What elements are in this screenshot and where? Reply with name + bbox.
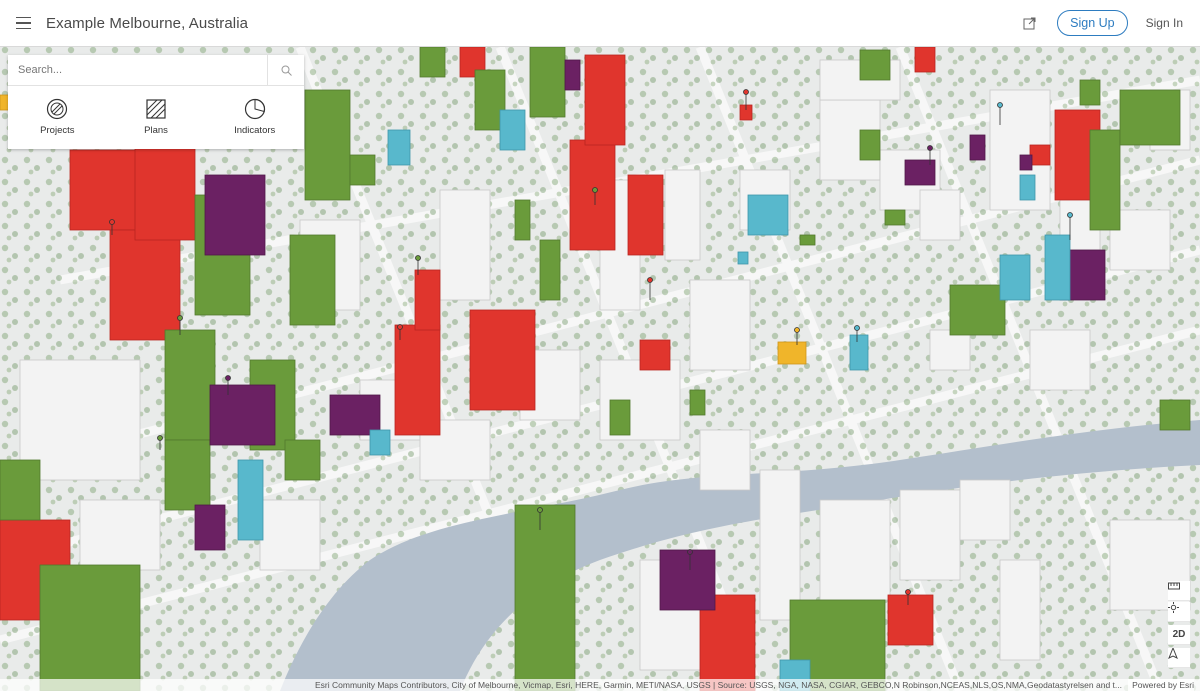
measure-icon [1168, 582, 1180, 590]
search-button[interactable] [267, 55, 304, 85]
menu-icon [15, 15, 31, 32]
daylight-icon [1168, 602, 1179, 613]
app-header: Example Melbourne, Australia Sign Up Sig… [0, 0, 1200, 47]
indicators-icon [244, 98, 265, 120]
projects-icon [47, 98, 68, 120]
sign-up-button[interactable]: Sign Up [1057, 10, 1128, 36]
share-button[interactable] [1009, 3, 1049, 43]
powered-by-esri[interactable]: Powered by Esri [1128, 679, 1194, 691]
header-actions: Sign Up Sign In [1009, 0, 1200, 47]
tools-panel: Projects Plans Indicators [8, 55, 304, 149]
search-icon [281, 65, 292, 76]
view-mode-toggle[interactable]: 2D [1168, 625, 1190, 645]
plans-icon [146, 99, 166, 119]
tool-indicators[interactable]: Indicators [205, 86, 304, 148]
search-input[interactable] [8, 55, 267, 85]
compass-button[interactable] [1168, 648, 1190, 668]
sign-in-link[interactable]: Sign In [1146, 16, 1183, 30]
tool-list: Projects Plans Indicators [8, 86, 304, 148]
tool-projects-label: Projects [40, 125, 75, 136]
tool-plans-label: Plans [144, 125, 168, 136]
tool-plans[interactable]: Plans [107, 86, 206, 148]
attribution-text: Esri Community Maps Contributors, City o… [315, 680, 1122, 690]
tool-indicators-label: Indicators [234, 125, 276, 136]
menu-button[interactable] [0, 0, 46, 47]
app: Example Melbourne, Australia Sign Up Sig… [0, 0, 1200, 691]
tool-projects[interactable]: Projects [8, 86, 107, 148]
page-title: Example Melbourne, Australia [46, 14, 249, 32]
map-attribution: Esri Community Maps Contributors, City o… [0, 679, 1200, 691]
external-link-icon [1023, 17, 1036, 29]
daylight-button[interactable] [1168, 602, 1190, 622]
compass-icon [1168, 648, 1178, 659]
measure-button[interactable] [1168, 581, 1190, 601]
search-bar [8, 55, 304, 86]
